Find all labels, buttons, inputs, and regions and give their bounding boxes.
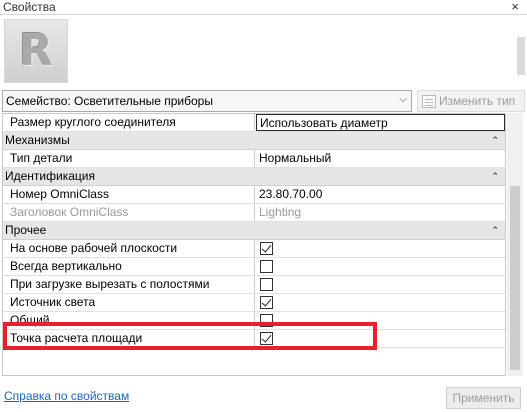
apply-button[interactable]: Применить bbox=[446, 387, 521, 409]
group-header-mechanical[interactable]: Механизмы ⌃ bbox=[3, 132, 505, 150]
edit-type-button[interactable]: Изменить тип bbox=[417, 90, 525, 112]
window-title: Свойства bbox=[3, 0, 56, 14]
edit-type-label: Изменить тип bbox=[439, 94, 516, 108]
property-name: Источник света bbox=[3, 294, 255, 311]
group-label: Механизмы bbox=[5, 133, 70, 147]
group-header-other[interactable]: Прочее ⌃ bbox=[3, 222, 505, 240]
property-row-omniclass-title: Заголовок OmniClass Lighting bbox=[3, 204, 505, 222]
group-label: Прочее bbox=[5, 223, 47, 237]
property-name: Номер OmniClass bbox=[3, 186, 255, 203]
checkbox[interactable] bbox=[260, 314, 273, 327]
revit-logo-icon: R bbox=[19, 25, 53, 76]
group-header-identification[interactable]: Идентификация ⌃ bbox=[3, 168, 505, 186]
group-label: Идентификация bbox=[5, 169, 95, 183]
property-value bbox=[256, 276, 505, 293]
property-row-omniclass-number[interactable]: Номер OmniClass 23.80.70.00 bbox=[3, 186, 505, 204]
property-value bbox=[256, 294, 505, 311]
property-row-always-vertical[interactable]: Всегда вертикально bbox=[3, 258, 505, 276]
property-row-room-calculation-point[interactable]: Точка расчета площади bbox=[3, 330, 505, 348]
collapse-chevron-icon[interactable]: ⌃ bbox=[491, 132, 499, 149]
property-value bbox=[256, 240, 505, 257]
checkbox[interactable] bbox=[260, 332, 273, 345]
property-value bbox=[256, 258, 505, 275]
property-name: При загрузке вырезать с полостями bbox=[3, 276, 255, 293]
checkbox[interactable] bbox=[260, 242, 273, 255]
collapse-chevron-icon[interactable]: ⌃ bbox=[491, 222, 499, 239]
close-icon[interactable]: × bbox=[511, 0, 519, 14]
collapse-chevron-icon[interactable]: ⌃ bbox=[491, 168, 499, 185]
property-row-work-plane-based[interactable]: На основе рабочей плоскости bbox=[3, 240, 505, 258]
property-name: Размер круглого соединителя bbox=[3, 114, 255, 131]
property-row-cut-with-voids[interactable]: При загрузке вырезать с полостями bbox=[3, 276, 505, 294]
properties-footer: Справка по свойствам Применить bbox=[0, 382, 527, 412]
property-value[interactable]: 23.80.70.00 bbox=[256, 186, 505, 203]
edit-type-icon bbox=[422, 95, 436, 108]
property-name: Заголовок OmniClass bbox=[3, 204, 255, 221]
properties-titlebar: Свойства × bbox=[0, 0, 527, 15]
property-row-shared[interactable]: Общий bbox=[3, 312, 505, 330]
checkbox[interactable] bbox=[260, 260, 273, 273]
properties-help-link[interactable]: Справка по свойствам bbox=[4, 389, 129, 403]
property-name: Точка расчета площади bbox=[3, 330, 255, 347]
chevron-down-icon[interactable]: ⌵ bbox=[399, 94, 407, 105]
property-name: На основе рабочей плоскости bbox=[3, 240, 255, 257]
property-value bbox=[256, 330, 505, 347]
property-name: Всегда вертикально bbox=[3, 258, 255, 275]
preview-scrollbar[interactable] bbox=[517, 37, 525, 75]
property-value bbox=[256, 312, 505, 329]
property-name: Общий bbox=[3, 312, 255, 329]
properties-scrollbar[interactable] bbox=[507, 113, 523, 376]
checkbox[interactable] bbox=[260, 278, 273, 291]
scrollbar-thumb[interactable] bbox=[510, 186, 520, 370]
property-name: Тип детали bbox=[3, 150, 255, 167]
type-preview-area: R bbox=[0, 15, 527, 88]
family-thumbnail: R bbox=[4, 19, 68, 83]
property-value: Lighting bbox=[259, 205, 302, 219]
property-row-connector-size[interactable]: Размер круглого соединителя Использовать… bbox=[3, 114, 505, 132]
properties-grid: Размер круглого соединителя Использовать… bbox=[2, 113, 506, 376]
property-row-detail-type[interactable]: Тип детали Нормальный bbox=[3, 150, 505, 168]
type-selector-bar: Семейство: Осветительные приборы ⌵ Измен… bbox=[0, 89, 527, 113]
type-selector-value: Семейство: Осветительные приборы bbox=[6, 94, 213, 108]
type-selector-dropdown[interactable]: Семейство: Осветительные приборы ⌵ bbox=[2, 90, 412, 112]
property-value-editor[interactable]: Использовать диаметр bbox=[256, 114, 505, 131]
checkbox[interactable] bbox=[260, 296, 273, 309]
property-value[interactable]: Нормальный bbox=[256, 150, 505, 167]
property-row-light-source[interactable]: Источник света bbox=[3, 294, 505, 312]
